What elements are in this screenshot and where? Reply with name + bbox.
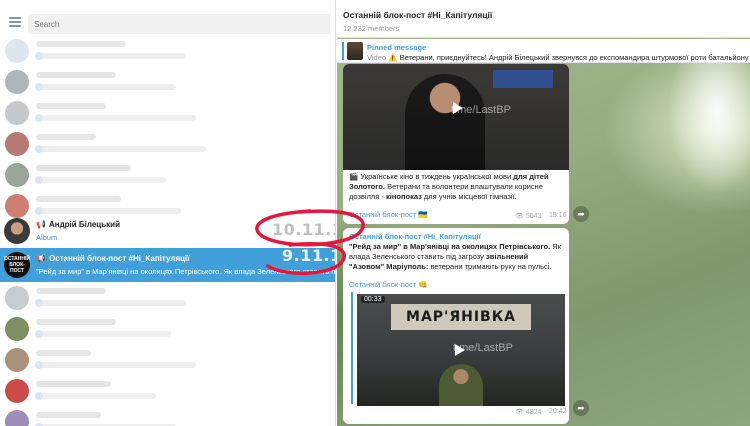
chat-item-blurred[interactable] bbox=[0, 407, 335, 426]
chat-item-blurred[interactable] bbox=[0, 376, 335, 407]
avatar: ОСТАННІЙ БЛОК-ПОСТ bbox=[4, 252, 30, 278]
avatar bbox=[4, 218, 30, 244]
chat-item-blurred[interactable] bbox=[0, 36, 335, 67]
member-count: 12 232 members bbox=[343, 24, 400, 33]
pinned-label: Pinned message bbox=[367, 43, 427, 52]
building-sign bbox=[493, 70, 553, 88]
share-arrow-icon[interactable]: ➦ bbox=[573, 400, 589, 416]
channel-title: Останній блок-пост #Ні_Капітуляції bbox=[343, 10, 493, 20]
channel-megaphone-icon: 📢 bbox=[36, 254, 46, 263]
play-icon[interactable] bbox=[453, 102, 463, 114]
message-signature[interactable]: Останній блок-пост 🇺🇦 bbox=[349, 210, 428, 219]
chat-item-blurred[interactable] bbox=[0, 98, 335, 129]
village-banner: МАР'ЯНІВКА bbox=[391, 304, 531, 330]
embed-accent-bar bbox=[351, 292, 353, 404]
chat-item-blurred[interactable] bbox=[0, 345, 335, 376]
pinned-message-bar[interactable]: Pinned message Video ⚠️ Ветерани, приєдн… bbox=[337, 39, 750, 63]
pinned-video-thumbnail bbox=[347, 42, 363, 60]
message-channel-name[interactable]: Останній блок-пост #Ні_Капітуляції bbox=[349, 232, 481, 241]
annotation-date-10-11-19: 10.11.19 bbox=[272, 220, 335, 239]
message-bubble: Останній блок-пост #Ні_Капітуляції "Рейд… bbox=[343, 228, 569, 424]
message-signature[interactable]: Останній блок-пост 👊 bbox=[349, 280, 428, 289]
chat-preview: Album bbox=[36, 233, 58, 242]
message-text: "Рейд за мир" в Мар'янівці на околицях П… bbox=[349, 242, 561, 271]
chat-item-blurred[interactable] bbox=[0, 160, 335, 191]
message-time: 20:42 bbox=[549, 408, 567, 415]
chat-item-blurred[interactable] bbox=[0, 314, 335, 345]
chat-item-blurred[interactable] bbox=[0, 129, 335, 160]
chat-item-blurred[interactable] bbox=[0, 67, 335, 98]
pinned-preview: Video ⚠️ Ветерани, приєднуйтесь! Андрій … bbox=[367, 53, 750, 62]
chat-name: Андрій Білецький bbox=[48, 220, 120, 229]
message-time: 19:16 bbox=[549, 212, 567, 219]
video-duration: 00:33 bbox=[361, 296, 385, 303]
chat-name: Останній блок-пост #Ні_Капітуляції bbox=[48, 254, 190, 263]
search-input[interactable] bbox=[28, 14, 330, 34]
video-thumbnail[interactable]: t.me/LastBP bbox=[343, 64, 569, 170]
chat-header[interactable]: Останній блок-пост #Ні_Капітуляції 12 23… bbox=[337, 0, 750, 38]
chat-view: Останній блок-пост #Ні_Капітуляції 12 23… bbox=[337, 0, 750, 426]
annotation-date-9-11-19: 9.11.19 bbox=[282, 246, 335, 265]
speaker-figure bbox=[439, 364, 483, 406]
speaker-figure bbox=[405, 74, 485, 170]
message-bubble: t.me/LastBP 🎬 Українське кіно в тиждень … bbox=[343, 64, 569, 224]
video-thumbnail[interactable]: 00:33 МАР'ЯНІВКА t.me/LastBP bbox=[357, 294, 565, 406]
chat-list-panel: 📢Андрій Білецький Album ОСТАННІЙ БЛОК-ПО… bbox=[0, 0, 336, 426]
play-icon[interactable] bbox=[455, 344, 465, 356]
view-count: 👁 5043 bbox=[515, 213, 542, 220]
chat-preview: "Рейд за мир" в Мар'янівці на околицях П… bbox=[36, 267, 336, 276]
channel-megaphone-icon: 📢 bbox=[36, 220, 46, 229]
pinned-accent-bar bbox=[342, 42, 344, 60]
chat-item-blurred[interactable] bbox=[0, 283, 335, 314]
view-count: 👁 4824 bbox=[515, 409, 542, 416]
hamburger-menu-icon[interactable] bbox=[9, 17, 21, 27]
message-text: 🎬 Українське кіно в тиждень української … bbox=[349, 172, 549, 201]
share-arrow-icon[interactable]: ➦ bbox=[573, 206, 589, 222]
